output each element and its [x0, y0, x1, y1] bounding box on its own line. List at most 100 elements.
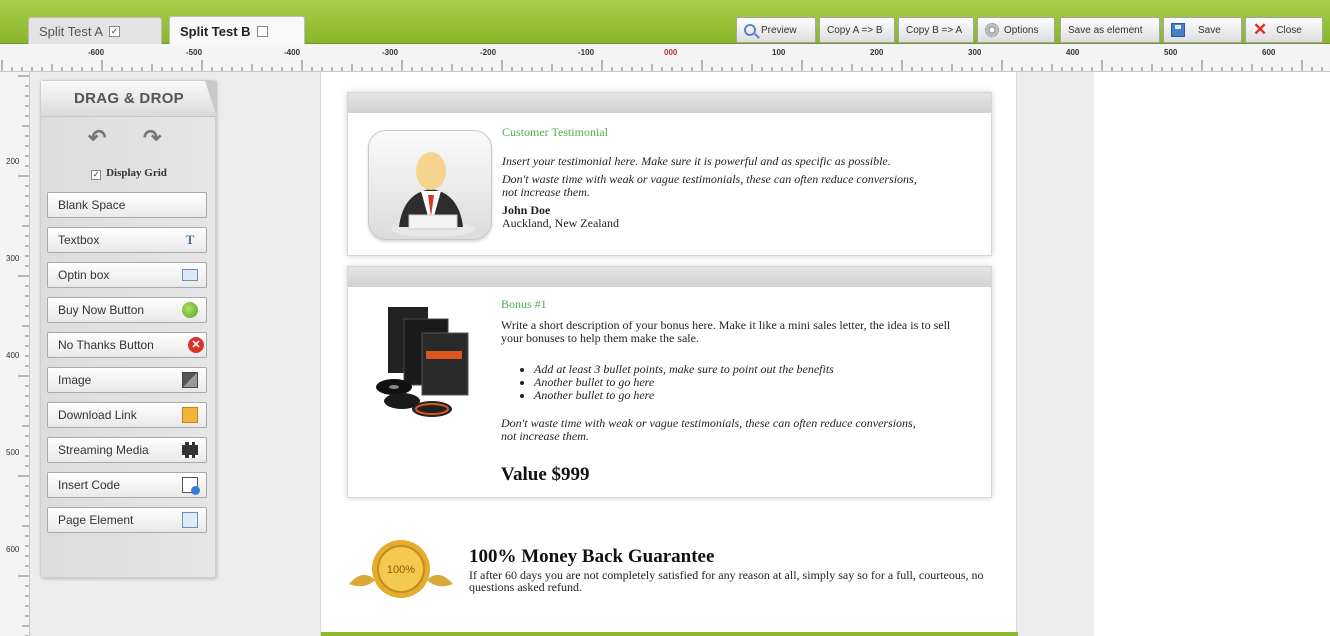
text-icon: T	[185, 232, 195, 247]
bonus-box[interactable]: Bonus #1 Write a short description of yo…	[347, 266, 992, 498]
box-header-bar	[348, 267, 991, 287]
copy-a-to-b-label: Copy A => B	[827, 24, 883, 36]
display-grid-checkbox[interactable]: ✓	[91, 170, 102, 180]
ruler-label: 500	[6, 448, 20, 457]
element-label: No Thanks Button	[58, 338, 154, 352]
film-icon	[182, 442, 198, 458]
textbox-element[interactable]: Textbox T	[47, 227, 207, 253]
no-thanks-button-element[interactable]: No Thanks Button ✕	[47, 332, 207, 358]
bonus-description: Write a short description of your bonus …	[501, 318, 951, 345]
product-box-image	[376, 307, 469, 417]
element-label: Streaming Media	[58, 443, 149, 457]
blank-space-element[interactable]: Blank Space	[47, 192, 207, 218]
insert-code-element[interactable]: Insert Code	[47, 472, 207, 498]
close-label: Close	[1276, 24, 1302, 36]
ruler-label: 300	[6, 254, 20, 263]
seal-text: 100%	[387, 564, 415, 576]
display-grid-toggle[interactable]: ✓ Display Grid	[41, 167, 217, 180]
tab-split-test-a[interactable]: Split Test A ✓	[28, 17, 162, 45]
floppy-disk-icon	[1171, 23, 1185, 37]
bonus-value: Value $999	[501, 464, 590, 485]
ruler-label: -600	[88, 48, 105, 57]
ruler-label: 400	[1066, 48, 1080, 57]
redo-icon[interactable]: ↷	[143, 125, 161, 151]
ruler-label: -100	[578, 48, 595, 57]
bonus-note: Don't waste time with weak or vague test…	[501, 416, 916, 443]
copy-a-to-b-button[interactable]: Copy A => B	[819, 17, 895, 43]
image-icon	[182, 372, 198, 388]
tab-a-checkbox[interactable]: ✓	[109, 26, 121, 37]
red-x-icon: ✕	[188, 337, 204, 353]
guarantee-title: 100% Money Back Guarantee	[469, 546, 715, 567]
save-as-element-button[interactable]: Save as element	[1060, 17, 1160, 43]
save-button[interactable]: Save	[1163, 17, 1242, 43]
testimonial-location: Auckland, New Zealand	[502, 216, 619, 230]
ruler-label: -400	[284, 48, 301, 57]
ruler-label: 600	[1262, 48, 1276, 57]
page-element-icon	[182, 512, 198, 528]
ruler-label: 400	[6, 351, 20, 360]
element-label: Download Link	[58, 408, 137, 422]
canvas-margin	[1094, 72, 1330, 636]
guarantee-text: If after 60 days you are not completely …	[469, 568, 984, 594]
copy-b-to-a-label: Copy B => A	[906, 24, 963, 36]
ruler-label: -300	[382, 48, 399, 57]
ruler-label: -500	[186, 48, 203, 57]
optin-box-element[interactable]: Optin box	[47, 262, 207, 288]
code-icon	[182, 477, 200, 495]
element-label: Insert Code	[58, 478, 121, 492]
ruler-origin: 000	[664, 48, 678, 57]
bonus-bullet-list: Add at least 3 bullet points, make sure …	[518, 363, 834, 402]
element-label: Optin box	[58, 268, 110, 282]
undo-icon[interactable]: ↶	[88, 125, 106, 151]
list-item: Another bullet to go here	[534, 389, 834, 402]
testimonial-box[interactable]: Customer Testimonial Insert your testimo…	[347, 92, 992, 256]
box-header-bar	[348, 93, 991, 113]
options-button[interactable]: Options	[977, 17, 1055, 43]
ruler-label: -200	[480, 48, 497, 57]
preview-button[interactable]: Preview	[736, 17, 816, 43]
ruler-label: 200	[6, 157, 20, 166]
testimonial-line-2: Don't waste time with weak or vague test…	[502, 172, 917, 199]
element-label: Textbox	[58, 233, 100, 247]
close-icon: ✕	[1253, 20, 1268, 39]
tab-b-checkbox[interactable]	[256, 26, 268, 37]
testimonial-heading: Customer Testimonial	[502, 125, 608, 139]
element-label: Page Element	[58, 513, 134, 527]
ruler-label: 200	[870, 48, 884, 57]
tab-split-test-b[interactable]: Split Test B	[169, 16, 305, 46]
download-icon	[182, 407, 198, 423]
page-element-element[interactable]: Page Element	[47, 507, 207, 533]
options-label: Options	[1004, 24, 1039, 36]
copy-b-to-a-button[interactable]: Copy B => A	[898, 17, 974, 43]
display-grid-label: Display Grid	[106, 167, 167, 179]
download-link-element[interactable]: Download Link	[47, 402, 207, 428]
preview-label: Preview	[761, 24, 797, 36]
gear-icon	[985, 23, 999, 37]
element-label: Blank Space	[58, 198, 126, 212]
vertical-ruler[interactable]: 200 300 400 500 600	[0, 72, 30, 636]
ruler-label: 500	[1164, 48, 1178, 57]
drag-drop-panel: DRAG & DROP ↶ ↷ ✓ Display Grid Blank Spac…	[40, 80, 217, 578]
optin-icon	[182, 269, 198, 281]
person-avatar-icon	[368, 130, 492, 240]
tab-label: Split Test B	[180, 24, 251, 39]
testimonial-line-1: Insert your testimonial here. Make sure …	[502, 154, 891, 168]
save-label: Save	[1198, 24, 1221, 36]
element-label: Image	[58, 373, 92, 387]
bonus-heading: Bonus #1	[501, 297, 547, 311]
tab-label: Split Test A	[39, 24, 104, 39]
horizontal-ruler[interactable]: -600 -500 -400 -300 -200 -100 000 100 20…	[0, 44, 1330, 72]
page-canvas: Customer Testimonial Insert your testimo…	[320, 72, 1018, 636]
ruler-label: 100	[772, 48, 786, 57]
image-element[interactable]: Image	[47, 367, 207, 393]
buy-now-button-element[interactable]: Buy Now Button	[47, 297, 207, 323]
close-button[interactable]: ✕ Close	[1245, 17, 1323, 43]
streaming-media-element[interactable]: Streaming Media	[47, 437, 207, 463]
ruler-label: 600	[6, 545, 20, 554]
guarantee-seal-icon: 100%	[349, 540, 453, 598]
magnifier-icon	[744, 24, 756, 36]
panel-title: DRAG & DROP	[41, 81, 217, 117]
ruler-label: 300	[968, 48, 982, 57]
top-bar: Split Test A ✓ Split Test B Preview Copy…	[0, 0, 1330, 46]
